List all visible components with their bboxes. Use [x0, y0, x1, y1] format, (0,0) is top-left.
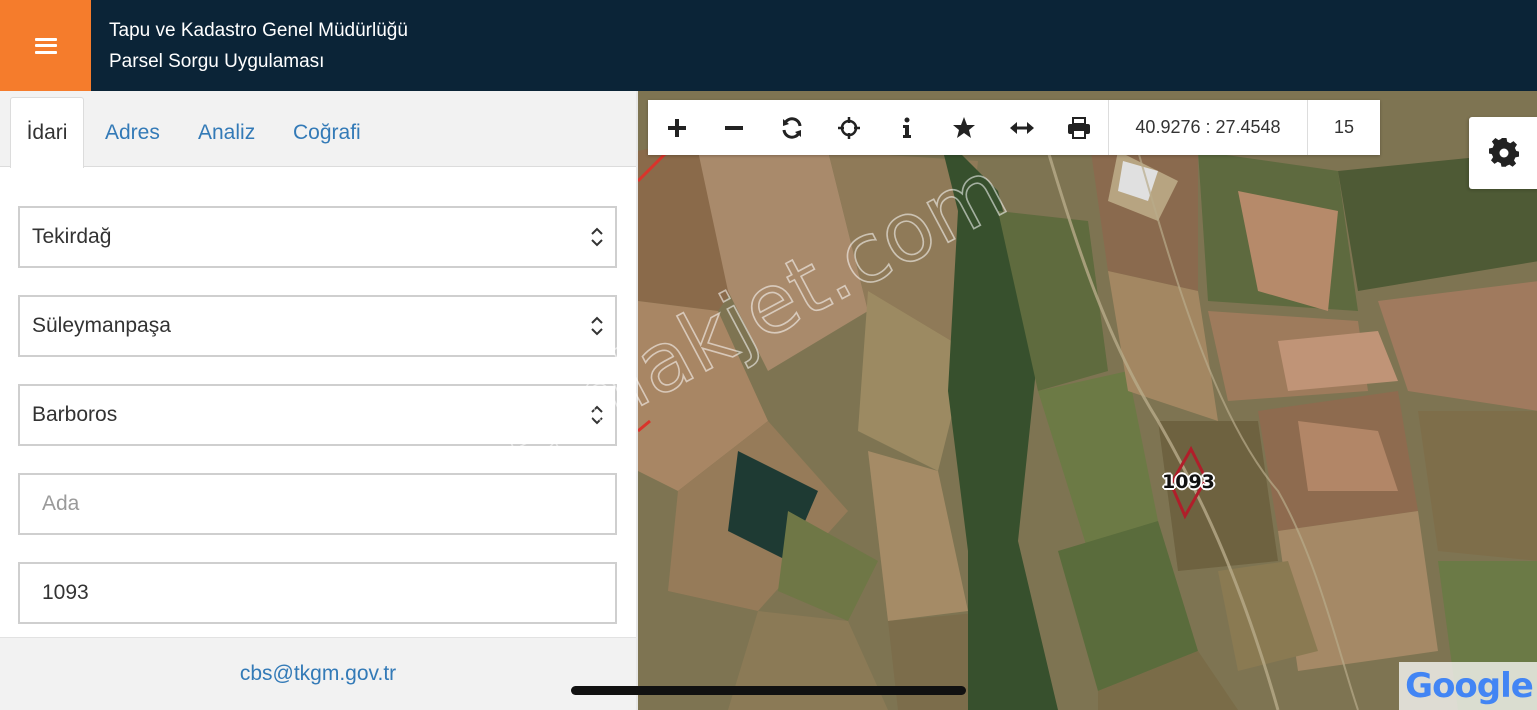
- refresh-icon: [782, 116, 802, 139]
- zoom-level-readout: 15: [1307, 100, 1380, 155]
- home-indicator: [571, 686, 966, 695]
- mahalle-select[interactable]: Barboros: [18, 384, 617, 446]
- locate-button[interactable]: [821, 100, 879, 155]
- favorite-button[interactable]: [936, 100, 994, 155]
- chevron-updown-icon: [591, 316, 603, 336]
- hamburger-icon: [34, 37, 57, 54]
- tab-analiz[interactable]: Analiz: [198, 91, 255, 167]
- tab-bar: İdari Adres Analiz Coğrafi: [0, 91, 636, 168]
- coordinate-readout: 40.9276 : 27.4548: [1108, 100, 1307, 155]
- chevron-updown-icon: [591, 405, 603, 425]
- measure-button[interactable]: [993, 100, 1051, 155]
- parsel-field[interactable]: [18, 562, 617, 624]
- info-button[interactable]: [878, 100, 936, 155]
- locate-icon: [838, 116, 861, 139]
- menu-button[interactable]: [0, 0, 91, 91]
- mahalle-select-value: Barboros: [32, 403, 118, 426]
- il-select[interactable]: Tekirdağ: [18, 206, 617, 268]
- refresh-button[interactable]: [763, 100, 821, 155]
- map-toolbar: 40.9276 : 27.4548 15: [648, 100, 1380, 155]
- print-icon: [1068, 116, 1091, 139]
- zoom-out-button[interactable]: [706, 100, 764, 155]
- info-icon: [902, 117, 911, 138]
- map-view[interactable]: 1093 40.9276 : 27.4548 15 Google: [636, 91, 1537, 710]
- tab-cografi[interactable]: Coğrafi: [293, 91, 361, 167]
- zoom-in-button[interactable]: [648, 100, 706, 155]
- settings-button[interactable]: [1469, 117, 1537, 189]
- ilce-select[interactable]: Süleymanpaşa: [18, 295, 617, 357]
- ilce-select-value: Süleymanpaşa: [32, 314, 171, 337]
- contact-email-link[interactable]: cbs@tkgm.gov.tr: [240, 662, 396, 686]
- print-button[interactable]: [1051, 100, 1109, 155]
- gear-icon: [1489, 138, 1519, 167]
- parcel-label[interactable]: 1093: [1162, 471, 1215, 493]
- zoom-out-icon: [725, 125, 744, 130]
- app-title: Tapu ve Kadastro Genel Müdürlüğü Parsel …: [109, 15, 408, 77]
- panel-footer: cbs@tkgm.gov.tr: [0, 637, 636, 710]
- tab-adres[interactable]: Adres: [105, 91, 160, 167]
- parsel-input[interactable]: [20, 564, 615, 622]
- zoom-in-icon: [667, 118, 686, 137]
- google-logo-text: Google: [1405, 666, 1534, 706]
- app-header: Tapu ve Kadastro Genel Müdürlüğü Parsel …: [0, 0, 1537, 91]
- favorite-icon: [953, 116, 976, 138]
- app-title-line1: Tapu ve Kadastro Genel Müdürlüğü: [109, 20, 408, 41]
- google-attribution: Google: [1399, 662, 1537, 710]
- app-title-line2: Parsel Sorgu Uygulaması: [109, 51, 325, 72]
- ada-field[interactable]: [18, 473, 617, 535]
- ada-input[interactable]: [20, 475, 615, 533]
- query-panel: İdari Adres Analiz Coğrafi Tekirdağ Süle…: [0, 91, 636, 710]
- chevron-updown-icon: [591, 227, 603, 247]
- measure-icon: [1009, 121, 1034, 134]
- tab-idari[interactable]: İdari: [10, 97, 84, 168]
- il-select-value: Tekirdağ: [32, 225, 112, 248]
- satellite-imagery: [638, 91, 1537, 710]
